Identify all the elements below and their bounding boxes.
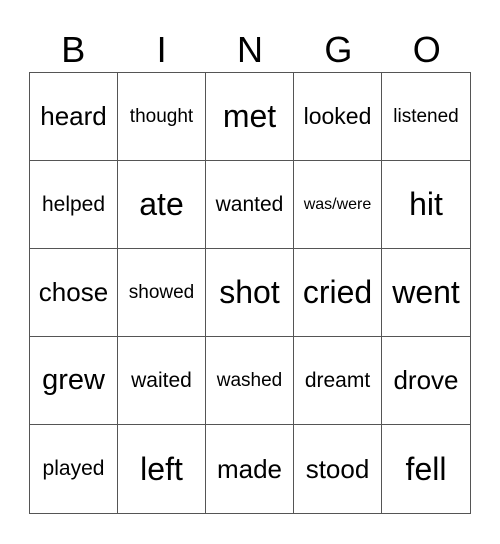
bingo-cell[interactable]: grew bbox=[30, 337, 118, 425]
bingo-cell[interactable]: cried bbox=[294, 249, 382, 337]
bingo-cell[interactable]: showed bbox=[118, 249, 206, 337]
header-letter-b: B bbox=[61, 29, 86, 70]
header-letter-n: N bbox=[236, 29, 263, 70]
bingo-cell[interactable]: heard bbox=[30, 73, 118, 161]
bingo-cell[interactable]: dreamt bbox=[294, 337, 382, 425]
bingo-cell[interactable]: made bbox=[206, 425, 294, 513]
bingo-cell[interactable]: was/were bbox=[294, 161, 382, 249]
header-letter-g: G bbox=[324, 29, 353, 70]
bingo-cell[interactable]: met bbox=[206, 73, 294, 161]
bingo-cell[interactable]: hit bbox=[382, 161, 470, 249]
bingo-cell[interactable]: waited bbox=[118, 337, 206, 425]
bingo-cell[interactable]: shot bbox=[206, 249, 294, 337]
bingo-cell[interactable]: stood bbox=[294, 425, 382, 513]
bingo-header: B I N G O bbox=[29, 28, 471, 72]
bingo-cell[interactable]: looked bbox=[294, 73, 382, 161]
bingo-cell[interactable]: drove bbox=[382, 337, 470, 425]
bingo-cell[interactable]: played bbox=[30, 425, 118, 513]
bingo-cell[interactable]: helped bbox=[30, 161, 118, 249]
bingo-cell[interactable]: thought bbox=[118, 73, 206, 161]
bingo-cell[interactable]: went bbox=[382, 249, 470, 337]
header-letter-i: I bbox=[156, 29, 167, 70]
bingo-grid: heard thought met looked listened helped… bbox=[29, 72, 471, 514]
bingo-cell[interactable]: wanted bbox=[206, 161, 294, 249]
header-letter-o: O bbox=[412, 29, 441, 70]
bingo-cell[interactable]: ate bbox=[118, 161, 206, 249]
bingo-cell[interactable]: left bbox=[118, 425, 206, 513]
bingo-cell[interactable]: fell bbox=[382, 425, 470, 513]
bingo-cell[interactable]: listened bbox=[382, 73, 470, 161]
bingo-cell[interactable]: chose bbox=[30, 249, 118, 337]
bingo-cell[interactable]: washed bbox=[206, 337, 294, 425]
